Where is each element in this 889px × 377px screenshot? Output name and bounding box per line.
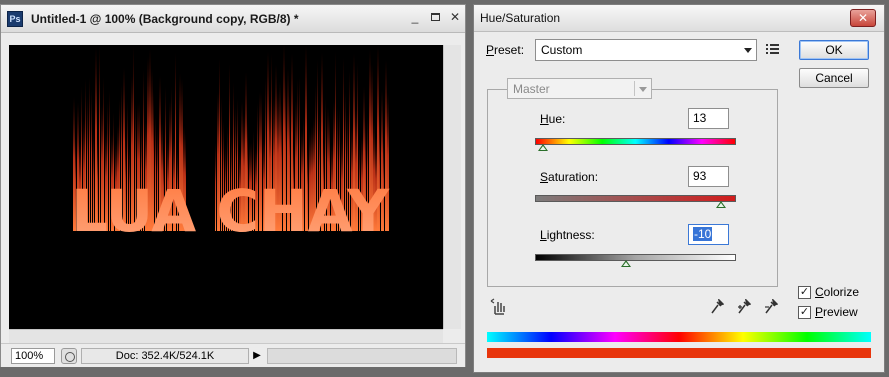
photoshop-app-icon: Ps: [7, 11, 23, 27]
preset-label: Preset:: [486, 43, 525, 57]
hue-slider-track[interactable]: [535, 138, 736, 151]
maximize-icon: [430, 13, 440, 21]
output-color-bar: [487, 348, 871, 358]
dialog-title-bar[interactable]: Hue/Saturation ✕: [474, 5, 884, 32]
hand-adjust-icon[interactable]: [490, 298, 508, 316]
saturation-slider-track[interactable]: [535, 195, 736, 208]
lightness-label: Lightness:: [540, 228, 595, 242]
maximize-button[interactable]: [427, 10, 443, 25]
saturation-label: Saturation:: [540, 170, 599, 184]
fire-text-artwork: LUA CHAY: [71, 45, 390, 245]
channel-dropdown[interactable]: Master: [507, 78, 652, 99]
eyedropper-minus-icon[interactable]: [764, 299, 778, 315]
hue-input[interactable]: 13: [688, 108, 729, 129]
close-icon: ✕: [449, 10, 461, 24]
preset-dropdown[interactable]: Custom: [535, 39, 757, 61]
cancel-button[interactable]: Cancel: [799, 68, 869, 88]
ok-button[interactable]: OK: [799, 40, 869, 60]
saturation-input[interactable]: 93: [688, 166, 729, 187]
minimize-icon: _: [411, 10, 419, 24]
hue-label: Hue:: [540, 112, 566, 126]
status-info-icon[interactable]: [61, 348, 77, 364]
document-title-bar[interactable]: Ps Untitled-1 @ 100% (Background copy, R…: [1, 5, 465, 33]
lightness-input[interactable]: -10: [688, 224, 729, 245]
input-spectrum-bar: [487, 332, 871, 342]
hue-slider-thumb[interactable]: [538, 144, 549, 151]
document-close-button[interactable]: ✕: [447, 10, 463, 25]
hue-saturation-dialog: Hue/Saturation ✕ Preset: Custom OK Cance…: [473, 4, 885, 373]
status-scroll-track[interactable]: [267, 348, 457, 364]
lightness-slider-track[interactable]: [535, 254, 736, 267]
vertical-scrollbar[interactable]: [443, 45, 461, 329]
document-size-info: Doc: 352.4K/524.1K: [81, 348, 249, 364]
preview-checkbox[interactable]: ✓: [798, 306, 811, 319]
preset-options-icon[interactable]: [766, 43, 780, 57]
chevron-down-icon: [744, 48, 752, 53]
eyedropper-icon[interactable]: [710, 299, 724, 315]
preview-label: Preview: [815, 305, 858, 319]
close-icon: ✕: [857, 11, 869, 25]
document-title: Untitled-1 @ 100% (Background copy, RGB/…: [31, 12, 299, 26]
colorize-label: Colorize: [815, 285, 860, 299]
eyedropper-plus-icon[interactable]: [737, 299, 751, 315]
dialog-close-button[interactable]: ✕: [850, 9, 876, 27]
minimize-button[interactable]: _: [407, 10, 423, 25]
preset-value: Custom: [541, 43, 583, 57]
colorize-checkbox[interactable]: ✓: [798, 286, 811, 299]
saturation-slider-thumb[interactable]: [716, 201, 727, 208]
dialog-title: Hue/Saturation: [480, 11, 561, 25]
lightness-slider-thumb[interactable]: [620, 260, 631, 267]
channel-value: Master: [513, 82, 550, 96]
zoom-field[interactable]: 100%: [11, 348, 55, 364]
canvas-text: LUA CHAY: [71, 177, 390, 245]
image-canvas[interactable]: LUA CHAY: [9, 45, 443, 329]
status-bar: 100% Doc: 352.4K/524.1K ▶: [1, 343, 465, 367]
status-menu-arrow-icon[interactable]: ▶: [251, 349, 263, 363]
chevron-down-icon: [639, 87, 647, 92]
document-window: Ps Untitled-1 @ 100% (Background copy, R…: [0, 4, 466, 367]
